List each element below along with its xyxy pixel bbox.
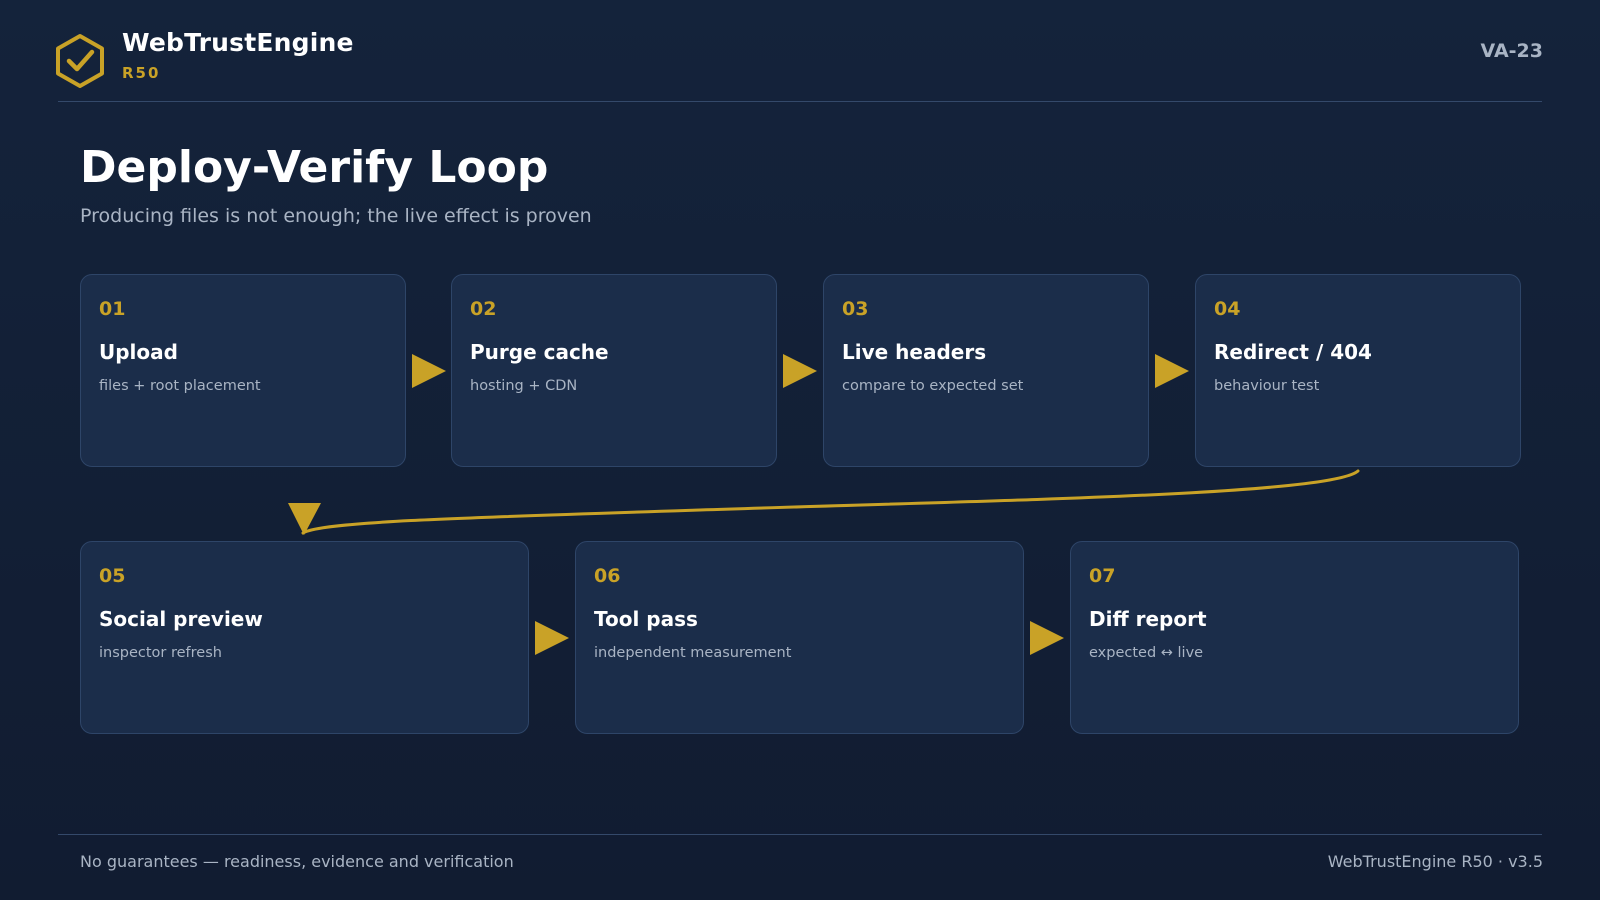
- step-card-purge-cache: 02 Purge cache hosting + CDN: [451, 274, 777, 467]
- step-number: 06: [594, 565, 621, 587]
- footer-version: WebTrustEngine R50 · v3.5: [1327, 852, 1543, 871]
- loop-connector-line: [301, 469, 1360, 535]
- step-title: Live headers: [842, 340, 987, 364]
- step-description: expected ↔ live: [1089, 645, 1204, 661]
- step-card-redirect-404: 04 Redirect / 404 behaviour test: [1195, 274, 1521, 467]
- step-card-upload: 01 Upload files + root placement: [80, 274, 406, 467]
- footer-disclaimer: No guarantees — readiness, evidence and …: [80, 852, 514, 871]
- footer-divider: [58, 834, 1542, 835]
- step-number: 07: [1089, 565, 1116, 587]
- step-description: independent measurement: [594, 645, 792, 661]
- step-number: 01: [99, 298, 126, 320]
- arrow-right-icon: [1030, 621, 1064, 655]
- step-description: compare to expected set: [842, 378, 1024, 394]
- step-card-social-preview: 05 Social preview inspector refresh: [80, 541, 529, 734]
- step-title: Redirect / 404: [1214, 340, 1372, 364]
- step-number: 03: [842, 298, 869, 320]
- step-number: 04: [1214, 298, 1241, 320]
- step-number: 02: [470, 298, 497, 320]
- arrow-right-icon: [412, 354, 446, 388]
- arrow-right-icon: [535, 621, 569, 655]
- arrow-right-icon: [1155, 354, 1189, 388]
- step-description: behaviour test: [1214, 378, 1320, 394]
- step-card-diff-report: 07 Diff report expected ↔ live: [1070, 541, 1519, 734]
- step-title: Upload: [99, 340, 178, 364]
- step-title: Tool pass: [594, 607, 698, 631]
- step-card-tool-pass: 06 Tool pass independent measurement: [575, 541, 1024, 734]
- step-number: 05: [99, 565, 126, 587]
- step-title: Social preview: [99, 607, 263, 631]
- step-description: inspector refresh: [99, 645, 222, 661]
- step-card-live-headers: 03 Live headers compare to expected set: [823, 274, 1149, 467]
- step-title: Diff report: [1089, 607, 1207, 631]
- arrow-right-icon: [783, 354, 817, 388]
- step-description: hosting + CDN: [470, 378, 578, 394]
- step-description: files + root placement: [99, 378, 261, 394]
- step-title: Purge cache: [470, 340, 609, 364]
